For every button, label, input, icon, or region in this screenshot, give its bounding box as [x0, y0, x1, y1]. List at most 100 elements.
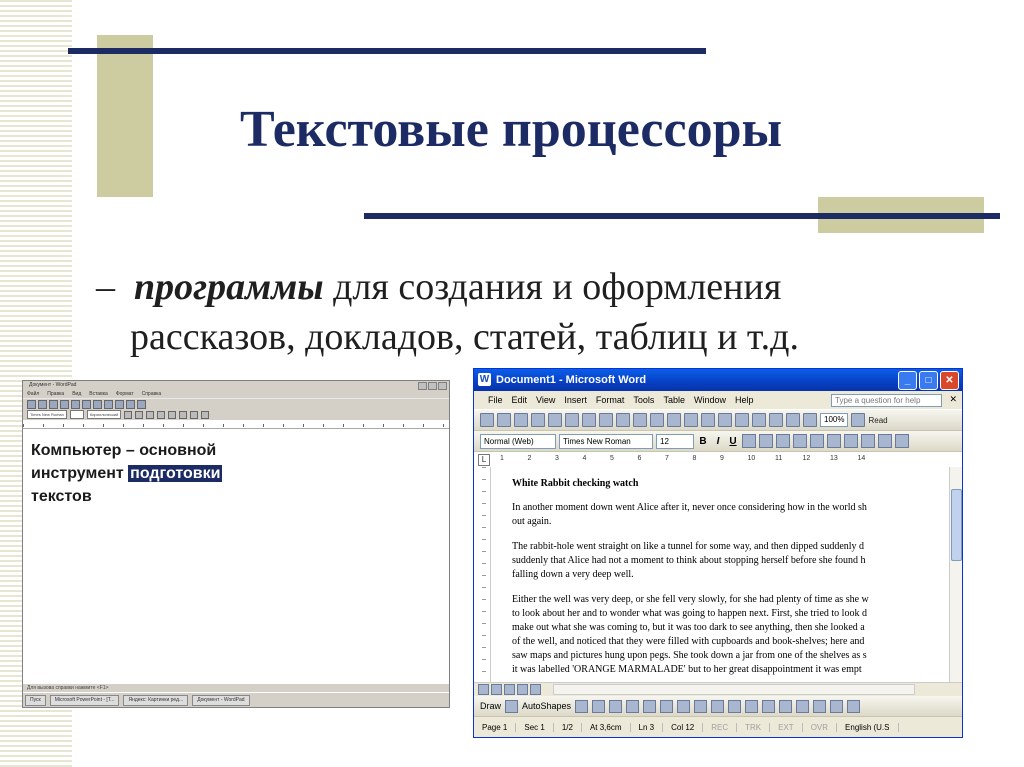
taskbar-item-yandex[interactable]: Яндекс: Картинки ред... [123, 694, 189, 706]
menu-file[interactable]: File [488, 395, 503, 405]
outline-view-icon[interactable] [517, 684, 528, 695]
new-icon[interactable] [480, 413, 494, 427]
print-view-icon[interactable] [504, 684, 515, 695]
textbox-icon[interactable] [643, 699, 657, 713]
print-icon[interactable] [60, 399, 69, 409]
research-icon[interactable] [616, 413, 630, 427]
align-left-icon[interactable] [168, 410, 177, 419]
status-rec[interactable]: REC [703, 722, 738, 732]
redo-icon[interactable] [718, 413, 732, 427]
tab-selector[interactable]: L [478, 454, 490, 466]
numbering-icon[interactable] [827, 434, 841, 448]
permission-icon[interactable] [531, 413, 545, 427]
size-select[interactable]: 12 [656, 433, 694, 449]
undo-icon[interactable] [701, 413, 715, 427]
rectangle-icon[interactable] [609, 699, 623, 713]
help-icon[interactable] [851, 413, 866, 427]
menu-help[interactable]: Справка [142, 390, 162, 398]
align-left-icon[interactable] [742, 434, 756, 448]
columns-icon[interactable] [769, 413, 783, 427]
paste-icon[interactable] [667, 413, 681, 427]
oval-icon[interactable] [626, 699, 640, 713]
draw-menu[interactable]: Draw [480, 701, 501, 711]
diagram-icon[interactable] [677, 699, 691, 713]
vertical-scrollbar[interactable] [949, 467, 962, 682]
spelling-icon[interactable] [599, 413, 613, 427]
scroll-thumb[interactable] [951, 489, 962, 561]
bold-icon[interactable]: B [697, 436, 709, 447]
menu-format[interactable]: Формат [116, 390, 134, 398]
clipart-icon[interactable] [694, 699, 708, 713]
bullets-icon[interactable] [201, 410, 210, 419]
table-icon[interactable] [752, 413, 766, 427]
reading-view-icon[interactable] [530, 684, 541, 695]
menu-edit[interactable]: Edit [512, 395, 528, 405]
status-ovr[interactable]: OVR [803, 722, 838, 732]
increase-indent-icon[interactable] [878, 434, 892, 448]
minimize-button[interactable]: _ [898, 371, 917, 390]
print-icon[interactable] [565, 413, 579, 427]
cut-icon[interactable] [633, 413, 647, 427]
italic-icon[interactable]: I [712, 436, 724, 447]
open-icon[interactable] [497, 413, 511, 427]
align-center-icon[interactable] [179, 410, 188, 419]
status-ext[interactable]: EXT [770, 722, 803, 732]
shadow-icon[interactable] [830, 699, 844, 713]
picture-icon[interactable] [711, 699, 725, 713]
autoshapes-menu[interactable]: AutoShapes [522, 701, 571, 711]
preview-icon[interactable] [582, 413, 596, 427]
read-button[interactable]: Read [868, 416, 887, 425]
underline-icon[interactable]: U [727, 436, 739, 447]
3d-icon[interactable] [847, 699, 861, 713]
font-color-icon[interactable] [762, 699, 776, 713]
line-spacing-icon[interactable] [810, 434, 824, 448]
minimize-button[interactable] [418, 382, 427, 390]
drawing-icon[interactable] [786, 413, 800, 427]
paste-icon[interactable] [115, 399, 124, 409]
taskbar-item-powerpoint[interactable]: Microsoft PowerPoint - [Т... [49, 694, 120, 706]
close-button[interactable]: ✕ [940, 371, 959, 390]
font-select[interactable]: Times New Roman [27, 410, 67, 419]
line-icon[interactable] [575, 699, 589, 713]
menu-window[interactable]: Window [694, 395, 726, 405]
bullets-icon[interactable] [844, 434, 858, 448]
dash-style-icon[interactable] [796, 699, 810, 713]
select-objects-icon[interactable] [505, 699, 519, 713]
menu-table[interactable]: Table [663, 395, 685, 405]
script-select[interactable]: Кириллический [86, 410, 122, 419]
maximize-button[interactable] [428, 382, 437, 390]
web-view-icon[interactable] [491, 684, 502, 695]
menu-view[interactable]: Вид [72, 390, 81, 398]
font-color-icon[interactable] [895, 434, 909, 448]
cut-icon[interactable] [93, 399, 102, 409]
font-select[interactable]: Times New Roman [559, 433, 653, 449]
menu-edit[interactable]: Правка [47, 390, 64, 398]
align-right-icon[interactable] [190, 410, 199, 419]
align-right-icon[interactable] [776, 434, 790, 448]
format-painter-icon[interactable] [684, 413, 698, 427]
wordart-icon[interactable] [660, 699, 674, 713]
hyperlink-icon[interactable] [735, 413, 749, 427]
find-icon[interactable] [82, 399, 91, 409]
style-select[interactable]: Normal (Web) [480, 433, 556, 449]
datetime-icon[interactable] [137, 399, 146, 409]
show-hide-icon[interactable] [803, 413, 817, 427]
word-document-area[interactable]: White Rabbit checking watch In another m… [474, 467, 950, 682]
bold-icon[interactable] [124, 410, 133, 419]
maximize-button[interactable]: □ [919, 371, 938, 390]
line-color-icon[interactable] [745, 699, 759, 713]
underline-icon[interactable] [146, 410, 155, 419]
decrease-indent-icon[interactable] [861, 434, 875, 448]
wordpad-document[interactable]: Компьютер – основной инструмент подготов… [31, 439, 223, 508]
menu-view[interactable]: View [536, 395, 555, 405]
open-icon[interactable] [38, 399, 47, 409]
normal-view-icon[interactable] [478, 684, 489, 695]
copy-icon[interactable] [650, 413, 664, 427]
line-style-icon[interactable] [779, 699, 793, 713]
menu-insert[interactable]: Insert [564, 395, 587, 405]
menu-file[interactable]: Файл [27, 390, 39, 398]
save-icon[interactable] [49, 399, 58, 409]
italic-icon[interactable] [135, 410, 144, 419]
preview-icon[interactable] [71, 399, 80, 409]
close-doc-icon[interactable]: ✕ [949, 394, 957, 405]
